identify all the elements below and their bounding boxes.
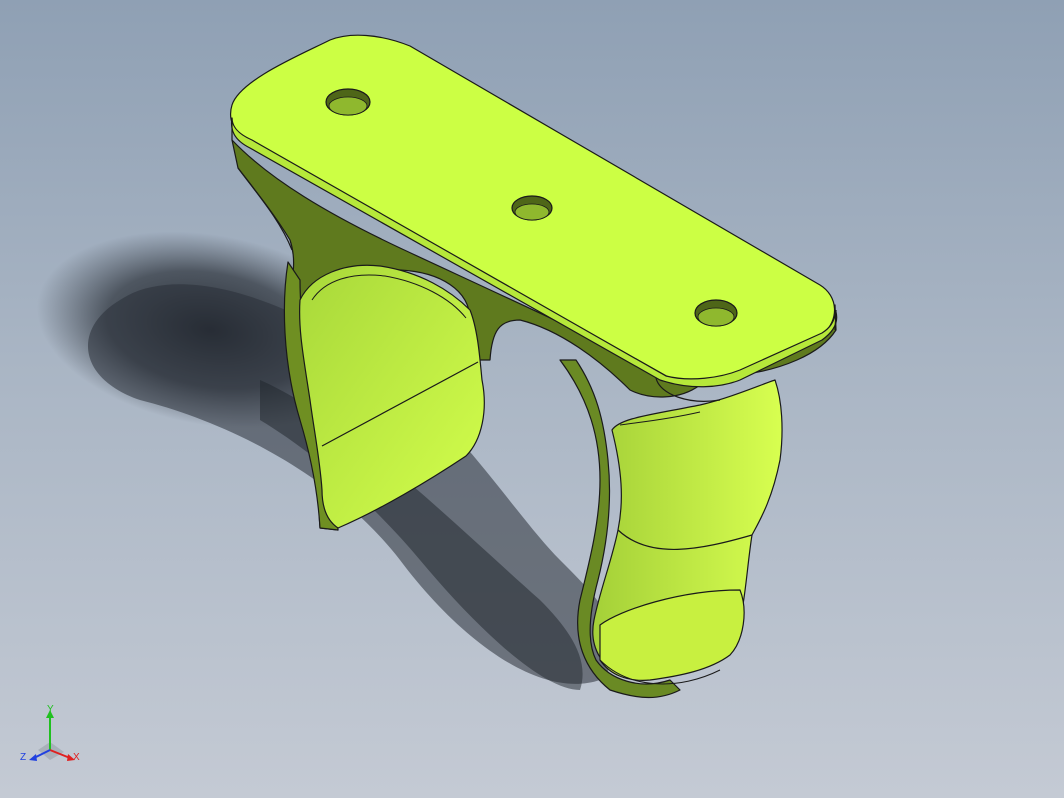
y-axis-label: Y bbox=[47, 704, 54, 715]
z-axis-label: Z bbox=[20, 752, 26, 763]
x-axis-label: X bbox=[73, 752, 80, 763]
mounting-hole-1 bbox=[325, 88, 371, 116]
mounting-hole-3 bbox=[694, 299, 738, 327]
orientation-triad[interactable]: Y X Z bbox=[18, 702, 88, 772]
z-axis-arrowhead bbox=[29, 754, 37, 761]
mounting-hole-2 bbox=[511, 195, 553, 221]
cad-viewport[interactable]: Y X Z bbox=[0, 0, 1064, 798]
model-view[interactable] bbox=[0, 0, 1064, 798]
